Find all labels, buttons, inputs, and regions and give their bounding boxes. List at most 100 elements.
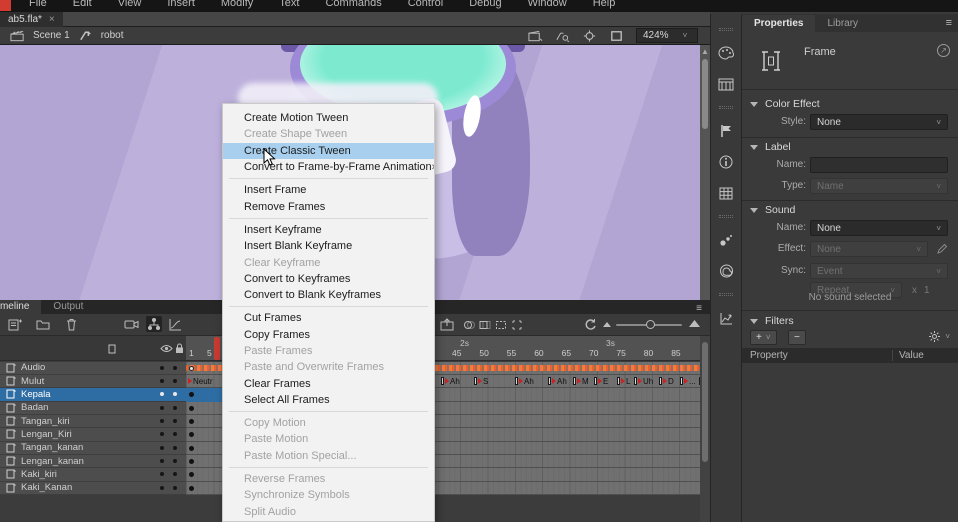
menubar-item-control[interactable]: Control xyxy=(395,0,456,11)
layer-toggle-dots[interactable] xyxy=(160,446,177,450)
menu-item[interactable]: Create Motion Tween xyxy=(223,110,434,126)
visibility-dot[interactable] xyxy=(160,366,164,370)
menu-item[interactable]: Convert to Blank Keyframes xyxy=(223,287,434,303)
breadcrumb-scene[interactable]: Scene 1 xyxy=(33,30,70,41)
menubar-item-commands[interactable]: Commands xyxy=(312,0,394,11)
layer-toggle-dots[interactable] xyxy=(160,392,177,396)
layer-toggle-dots[interactable] xyxy=(160,419,177,423)
lock-dot[interactable] xyxy=(173,446,177,450)
panel-menu-icon[interactable]: ≡ xyxy=(946,17,952,29)
lipsync-keyframe[interactable]: Ah xyxy=(515,376,534,387)
frames-icon[interactable] xyxy=(716,75,736,93)
eye-icon[interactable] xyxy=(160,344,173,353)
visibility-dot[interactable] xyxy=(160,486,164,490)
section-label[interactable]: Label xyxy=(742,139,958,155)
dock-handle[interactable] xyxy=(719,106,733,109)
delete-layer-icon[interactable] xyxy=(66,318,77,331)
visibility-dot[interactable] xyxy=(160,419,164,423)
visibility-dot[interactable] xyxy=(160,432,164,436)
dots-icon[interactable] xyxy=(716,231,736,249)
visibility-dot[interactable] xyxy=(160,406,164,410)
new-folder-icon[interactable] xyxy=(36,319,50,330)
edit-scene-icon[interactable] xyxy=(528,30,543,42)
lipsync-keyframe[interactable]: M xyxy=(573,376,589,387)
timeline-scrollbar[interactable] xyxy=(700,336,710,522)
scrollbar-thumb[interactable] xyxy=(702,342,708,462)
lock-dot[interactable] xyxy=(173,472,177,476)
lipsync-keyframe[interactable]: Uh xyxy=(634,376,653,387)
zoom-out-frames-icon[interactable] xyxy=(602,321,612,328)
menu-item[interactable]: Remove Frames xyxy=(223,198,434,214)
menubar-item-edit[interactable]: Edit xyxy=(60,0,105,11)
tab-properties[interactable]: Properties xyxy=(742,15,815,32)
layer-toggle-dots[interactable] xyxy=(160,459,177,463)
lock-dot[interactable] xyxy=(173,379,177,383)
clip-bounds-icon[interactable] xyxy=(609,30,624,42)
lock-icon[interactable] xyxy=(175,343,184,354)
creative-cloud-icon[interactable] xyxy=(716,262,736,280)
center-frame-icon[interactable] xyxy=(582,30,597,42)
modify-markers-icon[interactable] xyxy=(511,319,523,331)
lock-dot[interactable] xyxy=(173,392,177,396)
layer-row-kepala[interactable]: Kepala xyxy=(0,388,186,401)
visibility-dot[interactable] xyxy=(160,472,164,476)
zoom-slider-knob[interactable] xyxy=(646,320,655,329)
layer-row-kaki_kanan[interactable]: Kaki_Kanan xyxy=(0,482,186,495)
lock-dot[interactable] xyxy=(173,432,177,436)
onion-skin-icon[interactable] xyxy=(463,319,475,331)
menu-item[interactable]: Insert Blank Keyframe xyxy=(223,238,434,254)
menubar-item-text[interactable]: Text xyxy=(266,0,312,11)
menubar-item-modify[interactable]: Modify xyxy=(208,0,266,11)
lock-dot[interactable] xyxy=(173,406,177,410)
layer-toggle-dots[interactable] xyxy=(160,379,177,383)
sound-name-select[interactable]: None ˅ xyxy=(810,220,948,236)
layer-row-tangan_kiri[interactable]: Tangan_kiri xyxy=(0,415,186,428)
publish-frame-icon[interactable] xyxy=(440,318,454,331)
scroll-up-icon[interactable]: ▲ xyxy=(701,47,709,56)
menubar-item-help[interactable]: Help xyxy=(580,0,629,11)
zoom-level-select[interactable]: 424% ˅ xyxy=(636,28,698,43)
menu-item[interactable]: Clear Frames xyxy=(223,375,434,391)
menu-item[interactable]: Insert Keyframe xyxy=(223,222,434,238)
lipsync-keyframe[interactable]: Neutr xyxy=(188,376,213,387)
chart-icon[interactable] xyxy=(716,309,736,327)
timeline-tab-timeline[interactable]: Timeline xyxy=(0,300,41,314)
style-select[interactable]: None ˅ xyxy=(810,114,948,130)
pencil-icon[interactable] xyxy=(936,243,948,255)
visibility-dot[interactable] xyxy=(160,392,164,396)
lock-dot[interactable] xyxy=(173,486,177,490)
close-icon[interactable]: × xyxy=(49,14,55,25)
external-link-icon[interactable]: ↗ xyxy=(937,44,950,57)
menubar-item-view[interactable]: View xyxy=(105,0,155,11)
layer-row-kaki_kiri[interactable]: Kaki_kiri xyxy=(0,468,186,481)
menubar-item-window[interactable]: Window xyxy=(515,0,580,11)
zoom-in-frames-icon[interactable] xyxy=(688,319,701,328)
graph-editor-icon[interactable] xyxy=(168,318,182,331)
grid-icon[interactable] xyxy=(716,184,736,202)
scrollbar-thumb[interactable] xyxy=(702,59,708,129)
visibility-dot[interactable] xyxy=(160,379,164,383)
info-icon[interactable] xyxy=(716,153,736,171)
onion-skin-outlines-icon[interactable] xyxy=(479,319,491,331)
lipsync-keyframe[interactable]: Ah xyxy=(441,376,460,387)
edit-symbols-icon[interactable] xyxy=(555,30,570,42)
dock-handle[interactable] xyxy=(719,293,733,296)
lipsync-keyframe[interactable]: D xyxy=(659,376,674,387)
layer-row-lengan_kiri[interactable]: Lengan_Kiri xyxy=(0,428,186,441)
edit-multiple-frames-icon[interactable] xyxy=(495,319,507,331)
menu-item[interactable]: Convert to Keyframes xyxy=(223,271,434,287)
panel-menu-icon[interactable]: ≡ xyxy=(696,303,702,314)
breadcrumb-symbol[interactable]: robot xyxy=(101,30,124,41)
outline-column-icon[interactable] xyxy=(108,344,116,354)
timeline-tab-output[interactable]: Output xyxy=(41,300,95,314)
stage-vertical-scrollbar[interactable]: ▲ xyxy=(700,45,710,300)
tab-library[interactable]: Library xyxy=(815,15,870,32)
parenting-view-icon[interactable] xyxy=(146,316,162,332)
loop-icon[interactable] xyxy=(584,318,597,331)
filter-options-button[interactable]: ˅ xyxy=(928,330,950,343)
layer-row-badan[interactable]: Badan xyxy=(0,402,186,415)
menu-item[interactable]: Cut Frames xyxy=(223,310,434,326)
label-name-input[interactable] xyxy=(810,157,948,173)
document-tab[interactable]: ab5.fla* × xyxy=(0,12,63,27)
menu-item[interactable]: Select All Frames xyxy=(223,392,434,408)
